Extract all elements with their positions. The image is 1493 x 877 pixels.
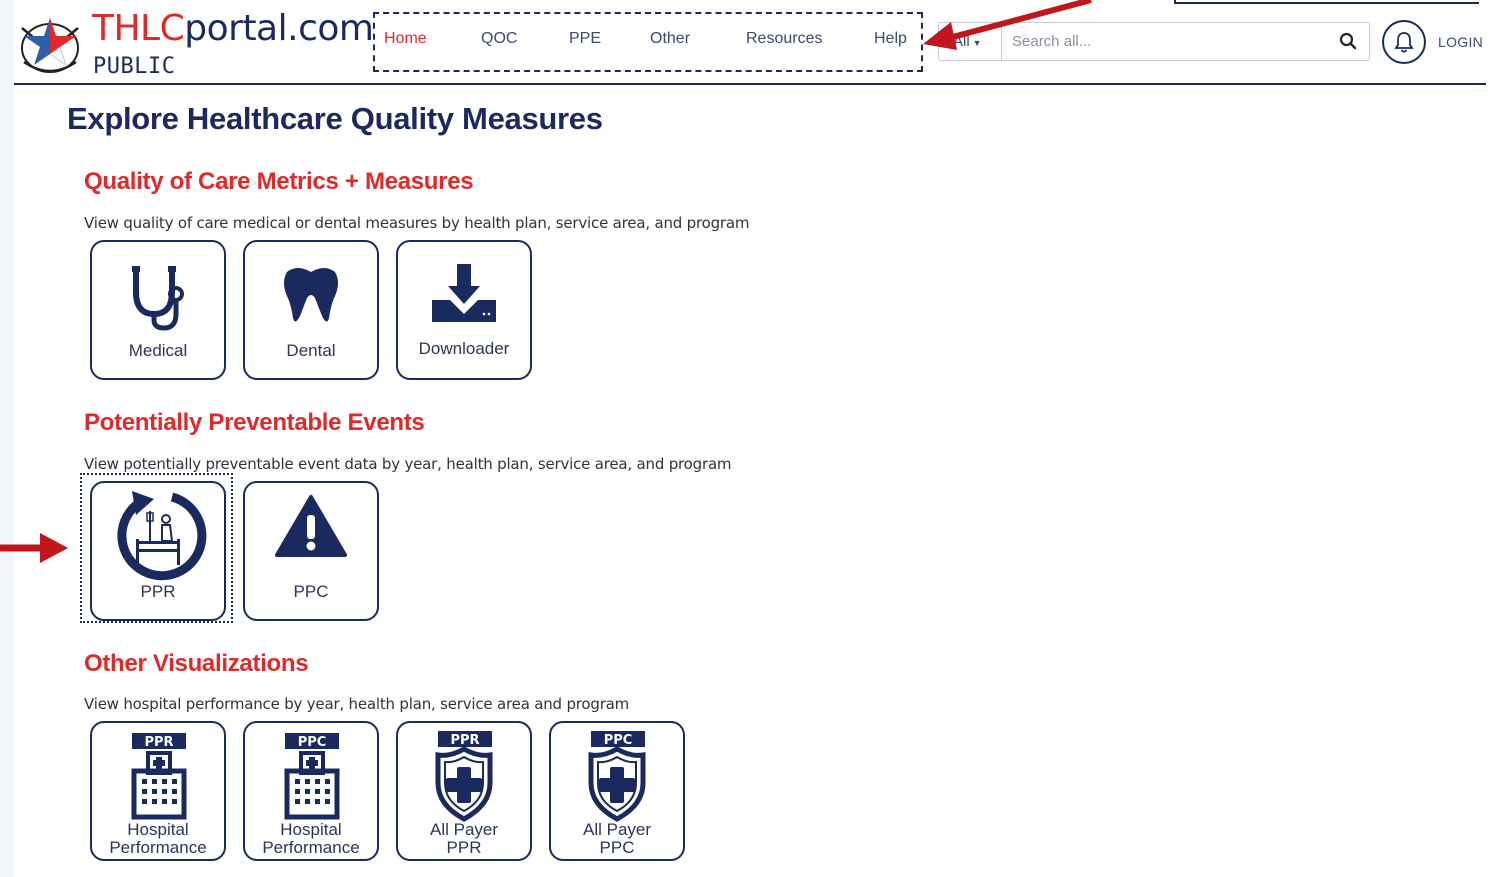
section-title-qoc: Quality of Care Metrics + Measures bbox=[84, 168, 474, 195]
section-desc-ppe: View potentially preventable event data … bbox=[84, 455, 732, 473]
tile-label: Downloader bbox=[418, 339, 510, 358]
tile-label-line2: Performance bbox=[262, 838, 360, 857]
nav-ppe[interactable]: PPE bbox=[569, 30, 601, 48]
tile-dental[interactable]: Dental bbox=[243, 240, 379, 380]
tile-badge: PPR bbox=[144, 735, 173, 750]
logo-wordmark[interactable]: THLCportal.com bbox=[92, 8, 374, 49]
tile-label-line2: PPR bbox=[446, 838, 482, 857]
tile-label-line2: PPC bbox=[599, 838, 635, 857]
logo-thlc: THLC bbox=[92, 8, 185, 49]
tile-hospital-performance-ppc[interactable]: PPC Hospital Performance bbox=[243, 721, 379, 861]
tile-label: PPR bbox=[140, 582, 176, 601]
tile-label: Hospital Performance bbox=[245, 821, 377, 857]
tile-label-line2: Performance bbox=[109, 838, 207, 857]
annotation-arrow-icon bbox=[0, 533, 68, 563]
tile-ppc[interactable]: PPC bbox=[243, 481, 379, 621]
section-title-other: Other Visualizations bbox=[84, 650, 309, 677]
bell-icon bbox=[1394, 32, 1414, 53]
tile-label: Medical bbox=[128, 341, 188, 360]
section-desc-other: View hospital performance by year, healt… bbox=[84, 695, 630, 713]
texas-star-logo-icon[interactable] bbox=[14, 8, 90, 76]
tile-label: All Payer PPC bbox=[551, 821, 683, 857]
tile-all-payer-ppr[interactable]: PPR All Payer PPR bbox=[396, 721, 532, 861]
tile-badge: PPR bbox=[450, 733, 479, 748]
login-link[interactable]: LOGIN bbox=[1438, 34, 1483, 50]
logo-public-label: PUBLIC bbox=[93, 54, 176, 79]
tile-downloader[interactable]: Downloader bbox=[396, 240, 532, 380]
header-accent-line bbox=[1174, 0, 1479, 4]
page-title: Explore Healthcare Quality Measures bbox=[67, 101, 603, 136]
nav-annotation-box bbox=[373, 12, 923, 72]
tile-label-line1: Hospital bbox=[127, 820, 189, 839]
site-header: THLCportal.com PUBLIC Home QOC PPE Other… bbox=[14, 0, 1486, 85]
tile-hospital-performance-ppr[interactable]: PPR Hospital Performance bbox=[90, 721, 226, 861]
tile-label: Hospital Performance bbox=[92, 821, 224, 857]
nav-resources[interactable]: Resources bbox=[746, 30, 822, 48]
tile-label-line1: Hospital bbox=[280, 820, 342, 839]
notifications-button[interactable] bbox=[1382, 20, 1426, 64]
annotation-arrow-icon bbox=[923, 0, 1092, 50]
tile-ppr[interactable]: PPR bbox=[90, 481, 226, 621]
section-title-ppe: Potentially Preventable Events bbox=[84, 409, 425, 436]
tile-label-line1: All Payer bbox=[429, 820, 499, 839]
nav-help[interactable]: Help bbox=[874, 30, 907, 48]
tile-label-line1: All Payer bbox=[582, 820, 652, 839]
section-desc-qoc: View quality of care medical or dental m… bbox=[84, 214, 750, 232]
tile-medical[interactable]: Medical bbox=[90, 240, 226, 380]
tile-label: All Payer PPR bbox=[398, 821, 530, 857]
tile-all-payer-ppc[interactable]: PPC All Payer PPC bbox=[549, 721, 685, 861]
page: THLCportal.com PUBLIC Home QOC PPE Other… bbox=[0, 0, 1493, 877]
logo-domain: portal.com bbox=[184, 8, 374, 49]
tile-badge: PPC bbox=[604, 733, 633, 748]
nav-qoc[interactable]: QOC bbox=[481, 30, 517, 48]
tile-badge: PPC bbox=[298, 735, 327, 750]
search-icon[interactable] bbox=[1339, 32, 1357, 50]
nav-other[interactable]: Other bbox=[650, 30, 690, 48]
tile-label: Dental bbox=[286, 341, 336, 360]
tile-label: PPC bbox=[293, 582, 329, 601]
nav-home[interactable]: Home bbox=[384, 30, 427, 48]
